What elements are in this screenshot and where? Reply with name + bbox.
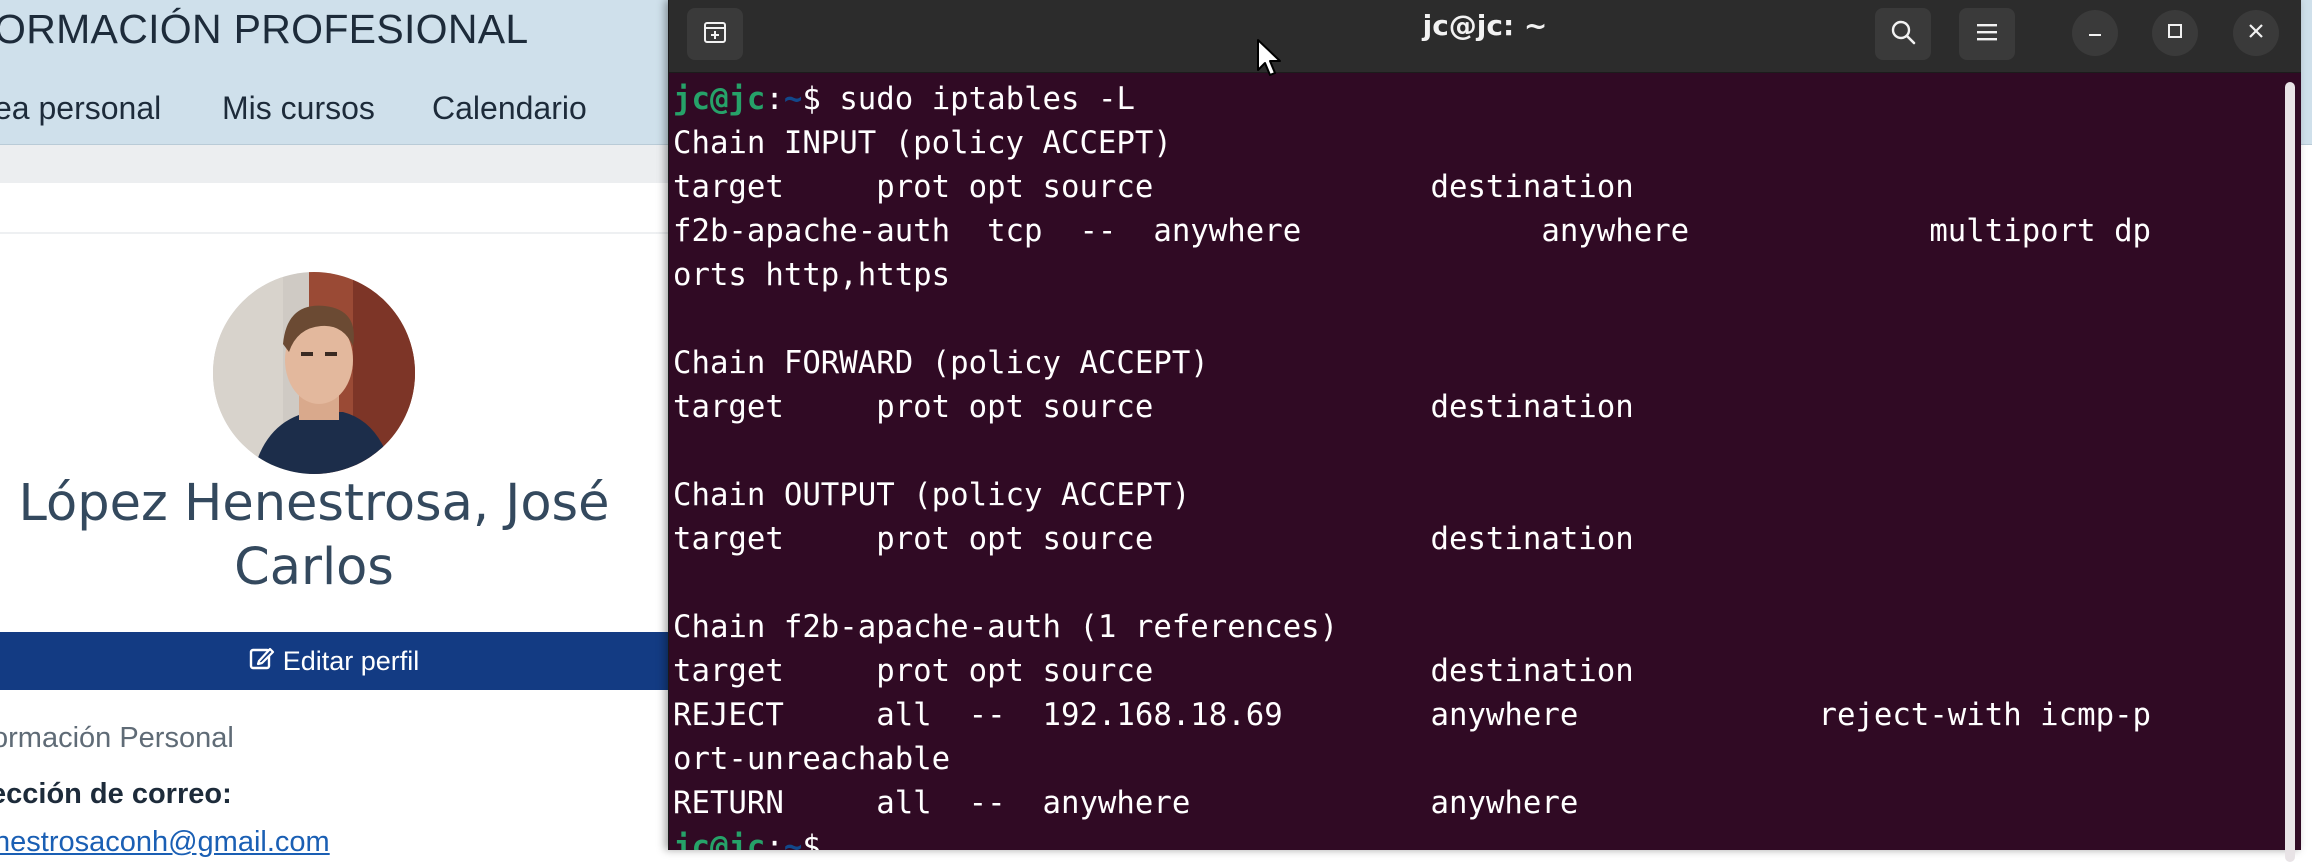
terminal-line: ort-unreachable: [673, 742, 951, 777]
maximize-icon: [2166, 22, 2184, 44]
mouse-cursor-icon: [1256, 38, 1284, 84]
terminal-line: target prot opt source destination: [673, 522, 1634, 557]
nav-item-area-personal[interactable]: ea personal: [0, 90, 161, 127]
terminal-line: Chain OUTPUT (policy ACCEPT): [673, 478, 1191, 513]
terminal-title: jc@jc: ~: [1422, 9, 1548, 42]
terminal-command-line: jc@jc:~$ sudo iptables -L: [673, 78, 2263, 122]
new-tab-button[interactable]: [687, 8, 743, 60]
prompt-colon: :: [765, 830, 784, 850]
email-label: ección de correo:: [0, 778, 232, 810]
edit-icon: [249, 645, 275, 678]
prompt-user: jc@jc: [673, 830, 766, 850]
site-title: ORMACIÓN PROFESIONAL: [0, 6, 529, 52]
terminal-line: Chain f2b-apache-auth (1 references): [673, 610, 1339, 645]
close-button[interactable]: [2233, 10, 2279, 56]
menu-button[interactable]: [1959, 8, 2015, 60]
terminal-line: target prot opt source destination: [673, 654, 1634, 689]
prompt-path: ~: [783, 830, 803, 850]
terminal-line: Chain INPUT (policy ACCEPT): [673, 126, 1172, 161]
scrollbar-thumb[interactable]: [2285, 82, 2295, 862]
hamburger-menu-icon: [1975, 21, 1999, 47]
nav-item-calendario[interactable]: Calendario: [432, 90, 587, 127]
terminal-line: target prot opt source destination: [673, 170, 1634, 205]
terminal-scrollbar[interactable]: [2283, 78, 2297, 862]
nav-item-mis-cursos[interactable]: Mis cursos: [222, 90, 375, 127]
terminal-command: sudo iptables -L: [820, 82, 1135, 117]
profile-name: López Henestrosa, José Carlos: [18, 474, 610, 597]
terminal-window[interactable]: jc@jc: ~ jc@jc:~$ sudo iptables -L Chain…: [668, 0, 2301, 862]
prompt-user: jc@jc: [673, 82, 766, 117]
search-icon: [1889, 18, 1917, 50]
avatar: [213, 272, 415, 474]
personal-info-heading: ormación Personal: [0, 722, 234, 754]
search-button[interactable]: [1875, 8, 1931, 60]
terminal-titlebar[interactable]: jc@jc: ~: [669, 0, 2301, 73]
prompt-colon: :: [765, 82, 784, 117]
terminal-line: Chain FORWARD (policy ACCEPT): [673, 346, 1209, 381]
close-icon: [2247, 22, 2265, 44]
terminal-line: RETURN all -- anywhere anywhere: [673, 786, 1579, 821]
edit-profile-label: Editar perfil: [282, 645, 420, 676]
terminal-line: f2b-apache-auth tcp -- anywhere anywhere…: [673, 214, 2152, 249]
minimize-button[interactable]: [2072, 10, 2118, 56]
prompt-path: ~: [783, 82, 803, 117]
new-tab-icon: [702, 19, 728, 49]
prompt-dollar: $: [802, 830, 821, 850]
page-band: [0, 145, 668, 183]
prompt-dollar: $: [802, 82, 821, 117]
minimize-icon: [2086, 22, 2104, 44]
email-link[interactable]: nestrosaconh@gmail.com: [0, 826, 330, 859]
edit-profile-button[interactable]: Editar perfil: [0, 632, 668, 690]
terminal-line: orts http,https: [673, 258, 951, 293]
card-divider: [0, 232, 668, 234]
terminal-output[interactable]: jc@jc:~$ sudo iptables -L Chain INPUT (p…: [673, 78, 2263, 850]
terminal-line: target prot opt source destination: [673, 390, 1634, 425]
terminal-line: REJECT all -- 192.168.18.69 anywhere rej…: [673, 698, 2152, 733]
terminal-prompt-line: jc@jc:~$: [673, 826, 2263, 850]
maximize-button[interactable]: [2152, 10, 2198, 56]
